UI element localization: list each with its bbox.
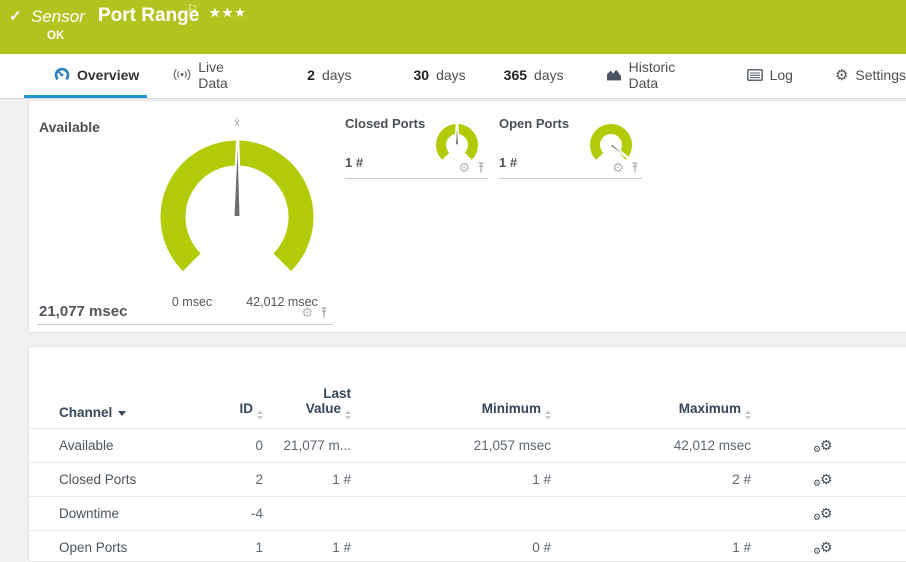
tab-2-days[interactable]: 2 days xyxy=(307,54,351,98)
channel-id: 1 xyxy=(255,540,263,555)
gauge-value: 21,077 msec xyxy=(39,303,128,320)
column-header-minimum[interactable]: Minimum xyxy=(351,401,551,420)
tab-number: 2 xyxy=(307,66,315,83)
minimum-value: 0 # xyxy=(532,540,551,555)
table-row-downtime: Downtime -4 ⚙ ⚙ xyxy=(29,497,906,531)
channel-settings-icon[interactable]: ⚙ ⚙ xyxy=(813,540,833,555)
gauge-value: 1 # xyxy=(499,155,518,170)
tab-bar: Overview Live Data 2 days 30 days 365 da… xyxy=(0,54,906,99)
gauge-tile-closed-ports: Closed Ports 1 # ⚙ xyxy=(345,113,488,179)
tab-label: Live Data xyxy=(198,58,228,91)
channel-name[interactable]: Available xyxy=(59,438,179,453)
tab-historic-data[interactable]: Historic Data xyxy=(606,54,699,98)
area-chart-icon xyxy=(606,68,622,81)
gear-icon[interactable]: ⚙ xyxy=(301,306,313,319)
gear-icon[interactable]: ⚙ xyxy=(458,161,470,174)
tab-label: days xyxy=(534,66,564,83)
maximum-value: 1 # xyxy=(732,540,751,555)
table-header-row: Channel ID Last Value Minimum Maximum xyxy=(29,347,906,429)
last-value: 1 # xyxy=(332,472,351,487)
maximum-value: 2 # xyxy=(732,472,751,487)
tab-settings[interactable]: ⚙ Settings xyxy=(835,54,906,98)
gauge-icon xyxy=(54,67,70,83)
pin-icon[interactable] xyxy=(319,306,329,319)
gauge-title: Closed Ports xyxy=(345,116,426,131)
status-badge: OK xyxy=(47,30,65,42)
channel-settings-icon[interactable]: ⚙ ⚙ xyxy=(813,506,833,521)
tab-label: Log xyxy=(769,66,793,83)
channel-settings-icon[interactable]: ⚙ ⚙ xyxy=(813,472,833,487)
column-header-id[interactable]: ID xyxy=(179,401,263,420)
tab-label: days xyxy=(321,66,352,83)
channel-id: -4 xyxy=(250,506,263,521)
table-row-available: Available 0 21,077 m... 21,057 msec 42,0… xyxy=(29,429,906,463)
gauge-value: 1 # xyxy=(345,155,364,170)
tab-live-data[interactable]: Live Data xyxy=(173,54,249,98)
pin-icon[interactable] xyxy=(630,161,640,174)
available-gauge xyxy=(160,136,314,272)
table-row-closed-ports: Closed Ports 2 1 # 1 # 2 # ⚙ ⚙ xyxy=(29,463,906,497)
tab-number: 365 xyxy=(503,66,528,83)
tab-label: Settings xyxy=(855,66,906,83)
sort-icon[interactable] xyxy=(745,410,751,420)
gear-icon[interactable]: ⚙ xyxy=(612,161,624,174)
minimum-value: 21,057 msec xyxy=(473,438,551,453)
channel-name[interactable]: Closed Ports xyxy=(59,472,179,487)
gauge-title: Available xyxy=(39,119,100,135)
tab-label: days xyxy=(436,66,466,83)
sort-desc-icon[interactable] xyxy=(118,411,127,416)
gear-icon: ⚙ xyxy=(834,66,849,84)
status-check-icon: ✓ xyxy=(9,8,22,25)
sensor-type-label: Sensor xyxy=(31,7,85,26)
channel-id: 0 xyxy=(255,438,263,453)
table-row-open-ports: Open Ports 1 1 # 0 # 1 # ⚙ ⚙ xyxy=(29,531,906,562)
column-header-channel[interactable]: Channel xyxy=(59,405,179,420)
minimum-value: 1 # xyxy=(532,472,551,487)
channel-settings-icon[interactable]: ⚙ ⚙ xyxy=(813,438,833,453)
sensor-title: Port Range xyxy=(98,5,200,26)
channel-id: 2 xyxy=(255,472,263,487)
channel-table-panel: Channel ID Last Value Minimum Maximum Ava… xyxy=(28,346,906,562)
pin-icon[interactable] xyxy=(476,161,486,174)
last-value: 21,077 m... xyxy=(283,438,351,453)
column-header-last-value[interactable]: Last Value xyxy=(263,386,351,420)
maximum-value: 42,012 msec xyxy=(673,438,751,453)
gauge-min-label: 0 msec xyxy=(171,295,213,309)
broadcast-icon xyxy=(173,68,191,81)
flag-icon[interactable]: ⚐ xyxy=(187,2,198,16)
last-value: 1 # xyxy=(332,540,351,555)
tab-30-days[interactable]: 30 days xyxy=(414,54,466,98)
tab-log[interactable]: Log xyxy=(746,54,793,98)
gauges-panel: Available x̄ 0 msec 42,012 msec 21,077 m… xyxy=(28,100,906,333)
tab-label: Historic Data xyxy=(628,58,676,91)
sensor-header: ✓ Sensor Port Range ⚐ ★★★ ☆☆ OK xyxy=(0,0,906,54)
gauge-needle xyxy=(454,121,460,146)
gauge-tile-open-ports: Open Ports 1 # ⚙ xyxy=(499,113,642,179)
tab-label: Overview xyxy=(77,66,140,83)
column-header-maximum[interactable]: Maximum xyxy=(551,401,751,420)
tab-365-days[interactable]: 365 days xyxy=(504,54,564,98)
channel-name[interactable]: Open Ports xyxy=(59,540,179,555)
gauge-tile-available: Available x̄ 0 msec 42,012 msec 21,077 m… xyxy=(37,113,333,325)
stars-empty[interactable]: ☆☆ xyxy=(209,5,234,21)
prtg-sensor-page: ✓ Sensor Port Range ⚐ ★★★ ☆☆ OK Overview … xyxy=(0,0,906,562)
log-list-icon xyxy=(746,68,763,81)
tab-overview[interactable]: Overview xyxy=(24,54,148,98)
gauge-title: Open Ports xyxy=(499,116,570,131)
channel-name[interactable]: Downtime xyxy=(59,506,179,521)
tab-number: 30 xyxy=(413,66,430,83)
